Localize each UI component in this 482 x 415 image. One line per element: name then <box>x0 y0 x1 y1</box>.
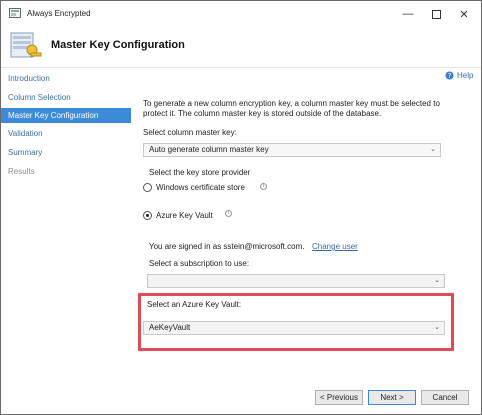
wizard-sidebar: Introduction Column Selection Master Key… <box>1 68 131 414</box>
sidebar-item-summary[interactable]: Summary <box>1 145 131 160</box>
change-user-link[interactable]: Change user <box>312 242 358 251</box>
cancel-button[interactable]: Cancel <box>421 390 469 405</box>
column-master-key-value: Auto generate column master key <box>149 145 269 154</box>
close-button[interactable]: ✕ <box>450 5 478 23</box>
previous-button[interactable]: < Previous <box>315 390 363 405</box>
azure-key-vault-radio[interactable] <box>143 211 152 220</box>
azure-key-vault-label[interactable]: Azure Key Vault <box>156 211 213 220</box>
highlight-box <box>138 293 454 351</box>
info-icon: i <box>260 183 267 190</box>
key-store-label: Select the key store provider <box>149 168 251 177</box>
wizard-window: Always Encrypted — ✕ Master Key Configur… <box>0 0 482 415</box>
maximize-icon <box>431 9 441 19</box>
windows-certificate-store-label[interactable]: Windows certificate store <box>156 183 245 192</box>
key-configuration-icon <box>10 32 42 58</box>
sidebar-item-results: Results <box>8 167 35 176</box>
select-cmk-label: Select column master key: <box>143 128 237 137</box>
info-icon: i <box>225 210 232 217</box>
sidebar-item-column-selection[interactable]: Column Selection <box>1 90 131 105</box>
description-text: To generate a new column encryption key,… <box>143 99 440 118</box>
app-icon <box>9 8 21 18</box>
minimize-icon: — <box>402 8 414 20</box>
sidebar-item-introduction[interactable]: Introduction <box>1 71 131 86</box>
column-master-key-select[interactable]: Auto generate column master key ⌄ <box>143 143 441 157</box>
title-bar: Always Encrypted — ✕ <box>1 1 481 27</box>
maximize-button[interactable] <box>422 5 450 23</box>
page-header: Master Key Configuration <box>1 27 481 68</box>
window-title: Always Encrypted <box>27 9 91 18</box>
chevron-down-icon: ⌄ <box>434 277 440 284</box>
signed-in-text: You are signed in as sstein@microsoft.co… <box>149 242 305 251</box>
minimize-button[interactable]: — <box>394 5 422 23</box>
subscription-label: Select a subscription to use: <box>149 259 250 268</box>
main-panel: To generate a new column encryption key,… <box>131 68 481 414</box>
sidebar-item-validation[interactable]: Validation <box>1 126 131 141</box>
page-title: Master Key Configuration <box>51 39 185 51</box>
subscription-select[interactable]: ⌄ <box>147 274 445 288</box>
chevron-down-icon: ⌄ <box>430 146 436 153</box>
next-button[interactable]: Next > <box>368 390 416 405</box>
close-icon: ✕ <box>459 8 469 21</box>
sidebar-item-master-key-configuration[interactable]: Master Key Configuration <box>1 108 131 123</box>
windows-certificate-store-radio[interactable] <box>143 183 152 192</box>
